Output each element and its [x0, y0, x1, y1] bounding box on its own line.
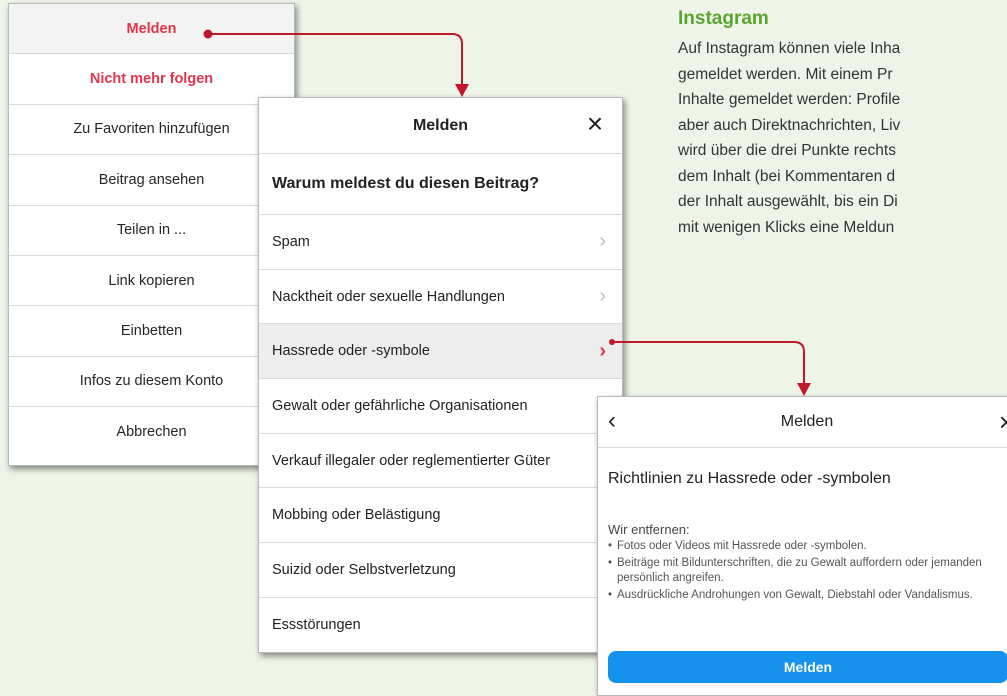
guideline-bullet: Beiträge mit Bildunterschriften, die zu … — [608, 556, 1004, 586]
chevron-right-icon: › — [599, 339, 606, 362]
arrowhead — [797, 383, 811, 396]
reason-violence[interactable]: Gewalt oder gefährliche Organisationen› — [259, 379, 622, 434]
intro-line: gemeldet werden. Mit einem Pr — [678, 65, 893, 83]
post-options-menu: Melden Nicht mehr folgen Zu Favoriten hi… — [8, 3, 295, 466]
guideline-bullet: Ausdrückliche Androhungen von Gewalt, Di… — [608, 588, 1004, 603]
reason-nudity[interactable]: Nacktheit oder sexuelle Handlungen › — [259, 270, 622, 325]
intro-line: Auf Instagram können viele Inha — [678, 40, 901, 57]
report-submit-button[interactable]: Melden — [608, 651, 1007, 683]
chevron-right-icon: › — [599, 230, 606, 253]
reason-label: Hassrede oder -symbole — [272, 343, 430, 360]
reason-label: Nacktheit oder sexuelle Handlungen — [272, 288, 505, 305]
close-icon[interactable]: × — [582, 110, 608, 138]
menu-item-view-post[interactable]: Beitrag ansehen — [9, 155, 294, 206]
guideline-title: Richtlinien zu Hassrede oder -symbolen — [608, 470, 891, 487]
reason-spam[interactable]: Spam › — [259, 215, 622, 270]
menu-item-copy-link[interactable]: Link kopieren — [9, 256, 294, 307]
menu-item-share[interactable]: Teilen in ... — [9, 206, 294, 256]
reason-self-harm[interactable]: Suizid oder Selbstverletzung› — [259, 543, 622, 598]
menu-item-embed[interactable]: Einbetten — [9, 306, 294, 357]
intro-title: Instagram — [678, 8, 769, 29]
intro-line: mit wenigen Klicks eine Meldun — [678, 218, 895, 236]
intro-line: Inhalte gemeldet werden: Profile — [678, 91, 901, 108]
reason-label: Mobbing oder Belästigung — [272, 507, 441, 524]
report-header: Melden × — [259, 98, 622, 154]
menu-item-unfollow[interactable]: Nicht mehr folgen — [9, 54, 294, 105]
guideline-subheading: Wir entfernen: — [608, 522, 690, 537]
intro-line: aber auch Direktnachrichten, Liv — [678, 116, 901, 134]
menu-item-add-favorites[interactable]: Zu Favoriten hinzufügen — [9, 105, 294, 156]
intro-text-block: Instagram Auf Instagram können viele Inh… — [678, 8, 1007, 240]
reason-illegal-goods[interactable]: Verkauf illegaler oder reglementierter G… — [259, 434, 622, 489]
guideline-header: ‹ Melden × — [598, 397, 1007, 448]
report-dialog: Melden × Warum meldest du diesen Beitrag… — [258, 97, 623, 653]
menu-item-report[interactable]: Melden — [9, 4, 294, 55]
guideline-dialog: ‹ Melden × Richtlinien zu Hassrede oder … — [597, 396, 1007, 696]
intro-line: der Inhalt ausgewählt, bis ein Di — [678, 193, 898, 210]
intro-line: wird über die drei Punkte rechts — [678, 142, 896, 159]
reason-label: Gewalt oder gefährliche Organisationen — [272, 397, 528, 414]
guideline-list: Fotos oder Videos mit Hassrede oder -sym… — [598, 539, 1007, 603]
back-icon[interactable]: ‹ — [608, 407, 616, 435]
guideline-header-title: Melden — [780, 413, 834, 430]
reason-label: Verkauf illegaler oder reglementierter G… — [272, 452, 551, 469]
arrowhead — [455, 84, 469, 97]
reason-hate-speech[interactable]: Hassrede oder -symbole › — [259, 324, 622, 380]
intro-line: dem Inhalt (bei Kommentaren d — [678, 167, 896, 185]
reason-bullying[interactable]: Mobbing oder Belästigung› — [259, 488, 622, 544]
reason-label: Essstörungen — [272, 616, 361, 633]
menu-item-account-info[interactable]: Infos zu diesem Konto — [9, 357, 294, 408]
report-title: Melden — [412, 116, 469, 134]
connector-arrow-2 — [612, 341, 805, 384]
reason-label: Spam — [272, 233, 310, 250]
reason-eating-disorders[interactable]: Essstörungen› — [259, 598, 622, 652]
report-question: Warum meldest du diesen Beitrag? — [259, 154, 622, 215]
guideline-bullet: Fotos oder Videos mit Hassrede oder -sym… — [608, 539, 1004, 554]
reason-label: Suizid oder Selbstverletzung — [272, 561, 456, 578]
chevron-right-icon: › — [599, 285, 606, 308]
close-icon[interactable]: × — [999, 407, 1007, 438]
menu-item-cancel[interactable]: Abbrechen — [9, 407, 294, 457]
